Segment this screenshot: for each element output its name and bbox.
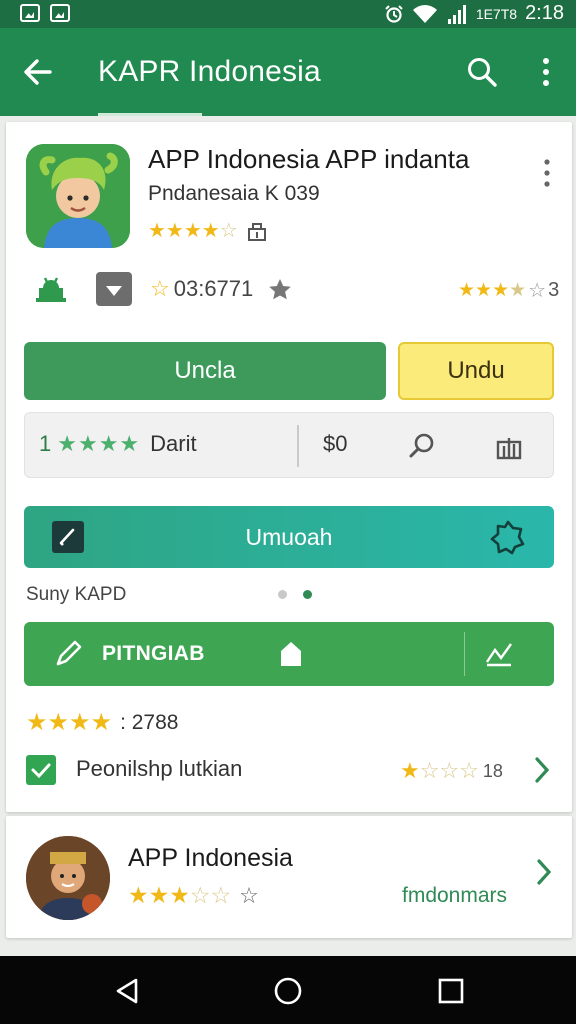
green-bar-label: PITNGIAB xyxy=(102,642,205,665)
page-dot[interactable] xyxy=(278,590,287,599)
chart-edit-icon[interactable] xyxy=(484,638,514,668)
rating-stars: ★★★★☆ xyxy=(148,220,238,242)
rating-stars: ★★★☆☆ xyxy=(128,882,232,908)
app-title: APP Indonesia APP indanta xyxy=(148,144,470,174)
rating-summary: ★★★★ : 2788 xyxy=(26,708,178,737)
title-underline xyxy=(98,113,202,116)
card-more-icon[interactable] xyxy=(540,158,554,188)
status-time: 2:18 xyxy=(525,2,564,24)
divider xyxy=(297,425,299,467)
signal-icon xyxy=(447,4,466,24)
pencil-icon xyxy=(56,640,82,666)
house-icon xyxy=(281,642,301,666)
secondary-button[interactable]: Undu xyxy=(398,342,554,400)
action-buttons: Uncla Undu xyxy=(24,342,554,400)
star-outline-icon xyxy=(269,279,292,300)
badge-icon[interactable] xyxy=(490,519,526,555)
app-icon[interactable] xyxy=(26,144,130,248)
star-outline-icon: ☆ xyxy=(239,882,259,908)
app-bar: KAPR Indonesia xyxy=(0,28,576,116)
app-developer: Pndanesaia K 039 xyxy=(148,182,320,205)
info-box: 1 ★★★★ Darit $0 xyxy=(24,412,554,478)
photo-icon xyxy=(50,4,70,22)
app-rating: ★★★★☆ xyxy=(148,218,268,243)
alarm-icon xyxy=(385,4,403,23)
wifi-icon xyxy=(412,4,437,23)
chevron-right-icon[interactable] xyxy=(534,756,550,784)
system-nav-bar xyxy=(0,956,576,1024)
price: $0 xyxy=(323,431,348,456)
primary-button[interactable]: Uncla xyxy=(24,342,386,400)
rating-value: : 2788 xyxy=(120,710,179,734)
developer-link[interactable]: fmdonmars xyxy=(402,884,507,908)
right-rating: ★★★★ ☆ 3 xyxy=(458,279,560,302)
app-bar-title: KAPR Indonesia xyxy=(98,55,321,88)
info-rating: 1 ★★★★ Darit xyxy=(39,431,197,456)
related-app-card[interactable]: APP Indonesia ★★★☆☆ ☆ fmdonmars xyxy=(6,816,572,938)
carrier-text: 1E7T8 xyxy=(475,5,518,22)
search-icon[interactable] xyxy=(466,56,498,88)
chevron-right-icon[interactable] xyxy=(536,858,552,886)
home-circle-icon[interactable] xyxy=(273,976,303,1006)
app-detail-card: APP Indonesia APP indanta Pndanesaia K 0… xyxy=(6,122,572,812)
download-box-icon[interactable] xyxy=(96,272,132,306)
page-dot-active[interactable] xyxy=(303,590,312,599)
page-indicator xyxy=(278,590,312,599)
permission-row[interactable]: Peonilshp lutkian ★☆☆☆ 18 xyxy=(24,750,554,790)
back-arrow-icon[interactable] xyxy=(18,52,58,92)
permission-rating: ★☆☆☆ 18 xyxy=(400,758,503,783)
related-app-title: APP Indonesia xyxy=(128,844,293,872)
back-triangle-icon[interactable] xyxy=(112,976,142,1006)
related-app-rating: ★★★☆☆ ☆ xyxy=(128,882,259,909)
recents-square-icon[interactable] xyxy=(436,976,466,1006)
app-meta-row: ☆ 03:6771 ★★★★ ☆ 3 xyxy=(28,272,560,308)
android-icon xyxy=(36,277,66,302)
teal-bar-label: Umuoah xyxy=(245,524,333,550)
more-vert-icon[interactable] xyxy=(536,56,556,88)
image-icon xyxy=(20,4,40,22)
rating-stars: ★★★★ xyxy=(26,709,113,736)
share-icon[interactable] xyxy=(495,431,523,461)
teal-action-bar[interactable]: Umuoah xyxy=(24,506,554,568)
avatar xyxy=(26,836,110,920)
permission-label: Peonilshp lutkian xyxy=(76,756,243,781)
search-icon[interactable] xyxy=(407,431,437,461)
checkbox[interactable] xyxy=(26,755,56,785)
support-label: Suny KAPD xyxy=(26,584,127,605)
divider xyxy=(464,632,465,676)
green-action-bar[interactable]: PITNGIAB xyxy=(24,622,554,686)
downloads-count: ☆ 03:6771 xyxy=(150,276,293,302)
status-bar: 1E7T8 2:18 xyxy=(0,0,576,28)
rating-stars: ★★★★ xyxy=(57,431,141,456)
share-box-icon[interactable] xyxy=(246,220,268,242)
